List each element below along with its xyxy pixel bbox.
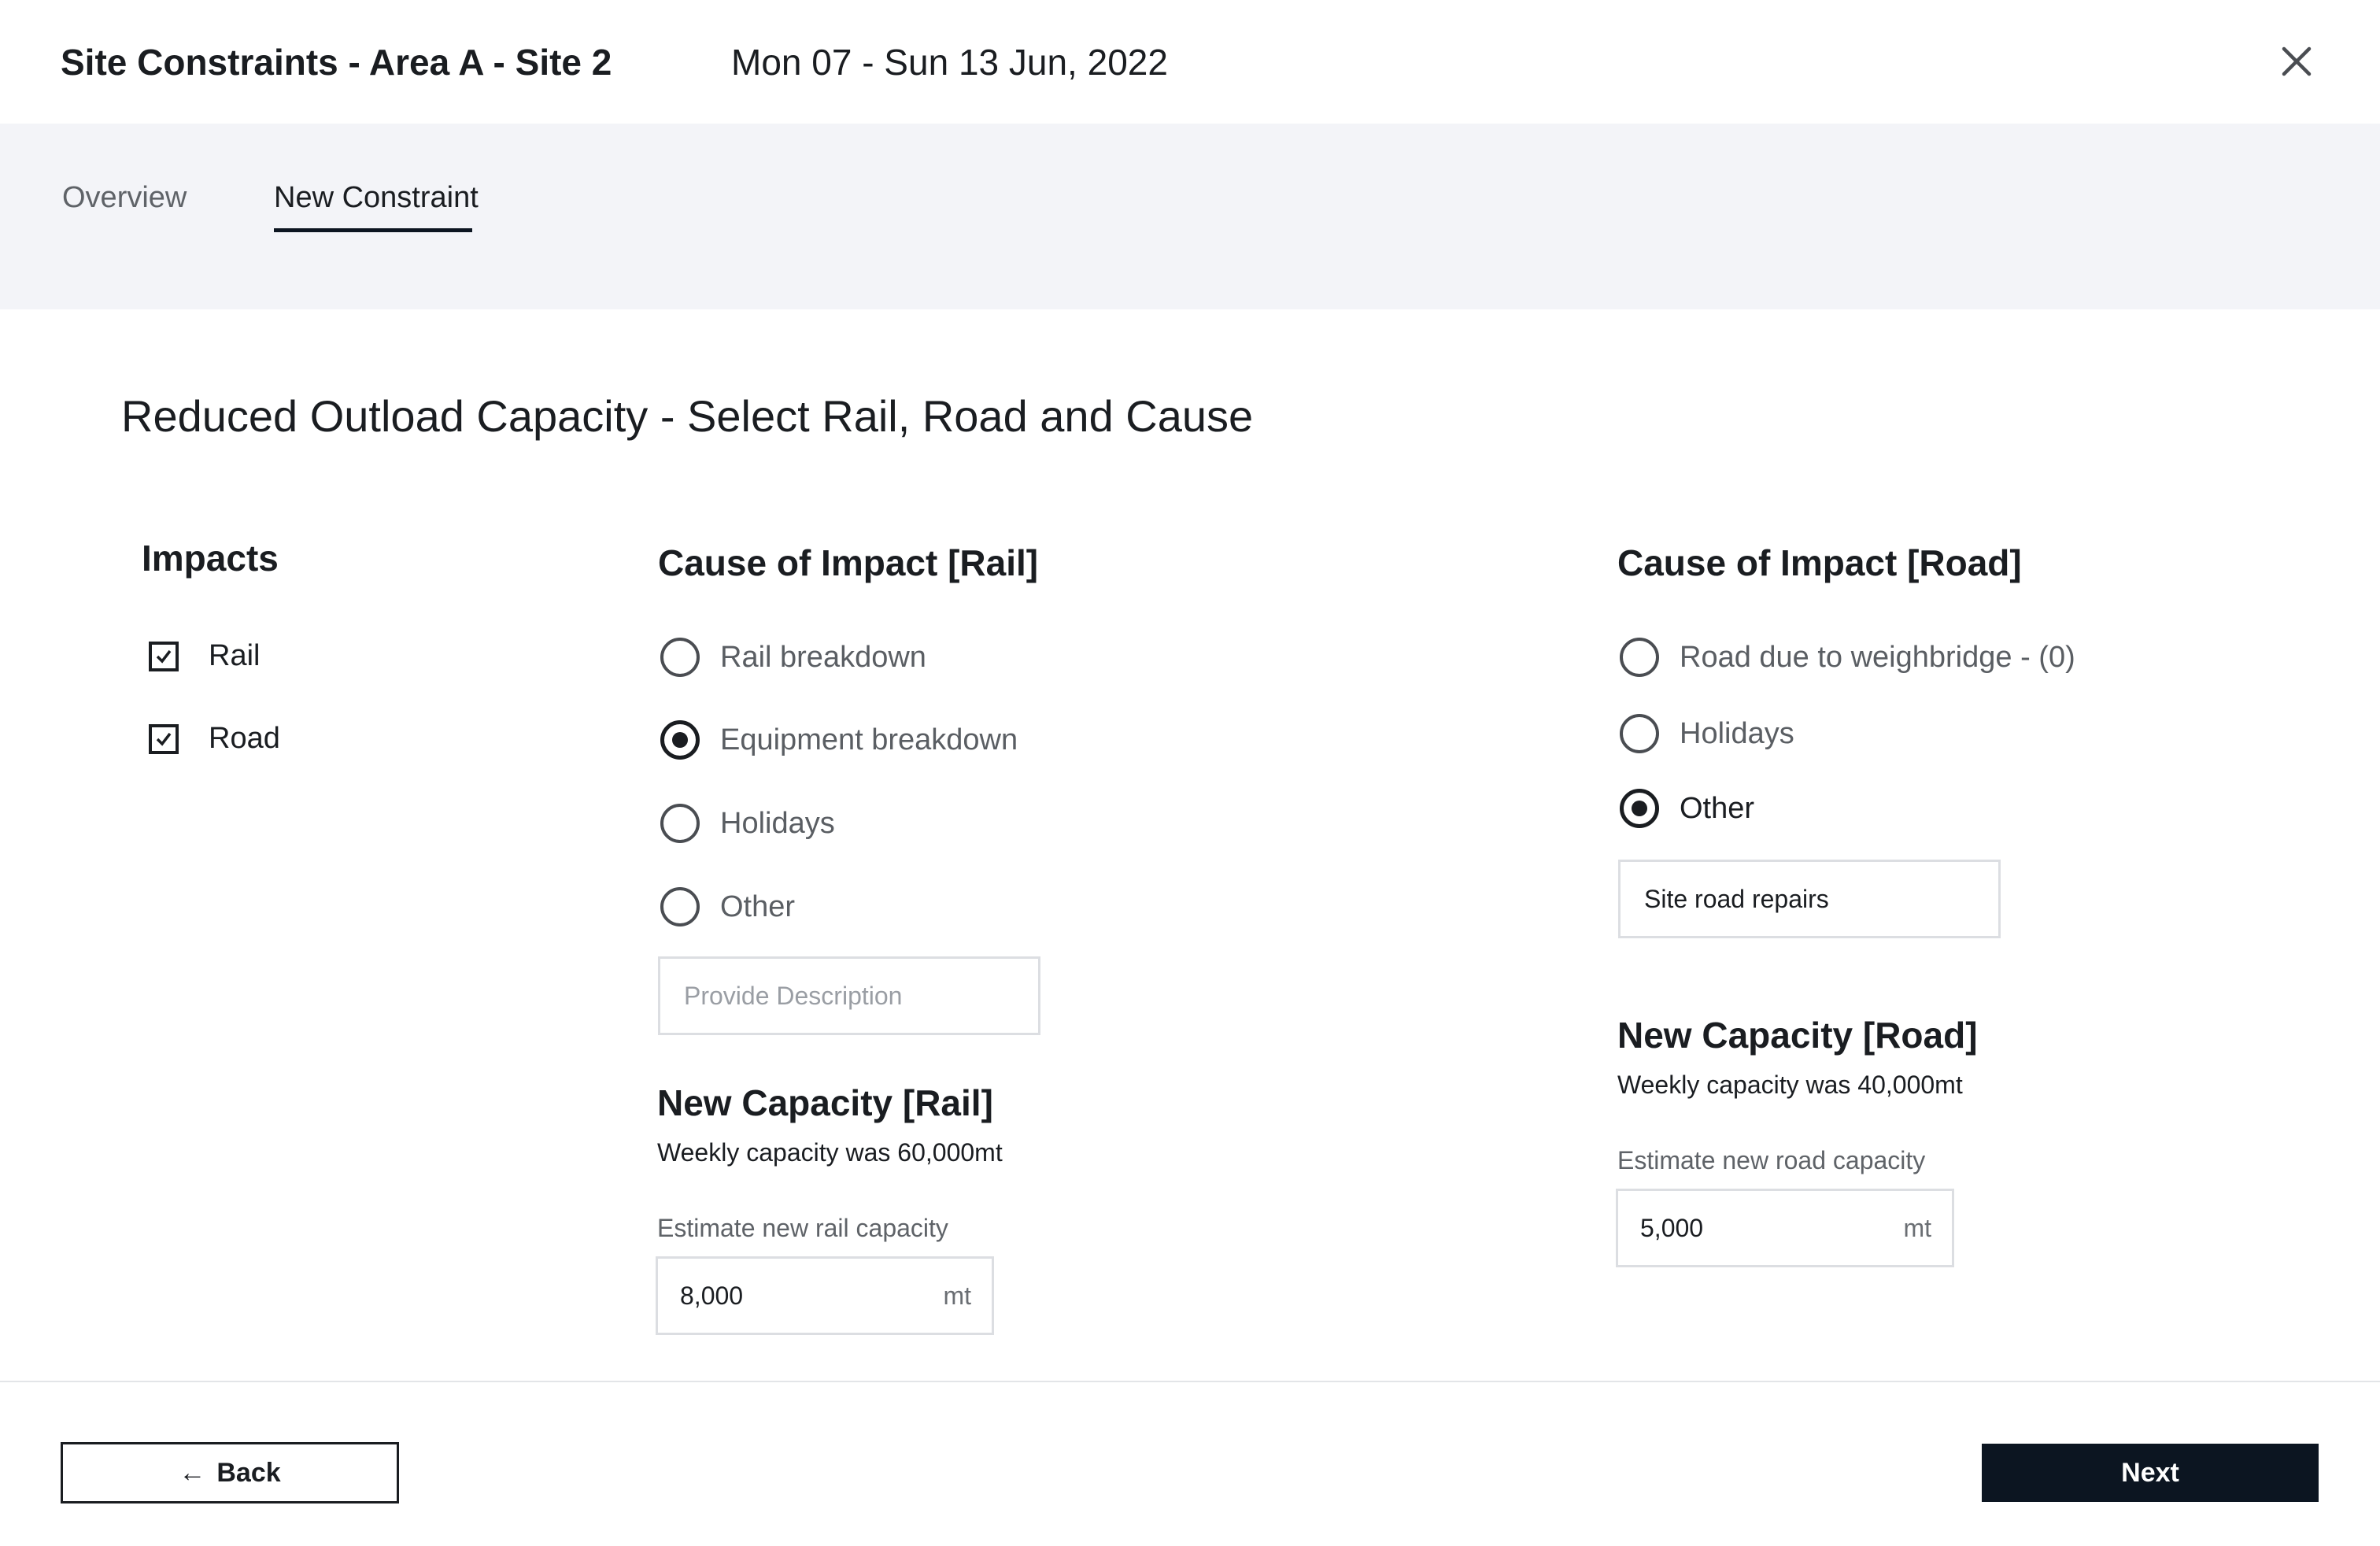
back-button[interactable]: ← Back	[61, 1442, 399, 1503]
page-title: Reduced Outload Capacity - Select Rail, …	[121, 391, 1254, 441]
close-icon	[2282, 46, 2312, 76]
rail-description-input[interactable]	[658, 956, 1040, 1035]
radio-label: Road due to weighbridge - (0)	[1680, 640, 2075, 674]
arrow-left-icon: ←	[179, 1457, 206, 1488]
impact-label-rail: Rail	[209, 639, 261, 672]
checkbox-checked-icon	[149, 723, 179, 754]
impact-checkbox-rail[interactable]: Rail	[149, 639, 260, 673]
rail-option-other[interactable]: Other	[660, 887, 795, 926]
impact-checkbox-road[interactable]: Road	[149, 722, 280, 756]
road-capacity-note: Weekly capacity was 40,000mt	[1617, 1071, 1963, 1099]
radio-label: Equipment breakdown	[720, 723, 1018, 756]
radio-unchecked-icon	[660, 887, 700, 926]
road-option-other[interactable]: Other	[1620, 789, 1754, 828]
road-description-input[interactable]	[1618, 860, 2001, 938]
close-button[interactable]	[2275, 39, 2319, 83]
next-button-label: Next	[2121, 1457, 2179, 1488]
rail-option-rail-breakdown[interactable]: Rail breakdown	[660, 638, 926, 677]
rail-capacity-input[interactable]	[658, 1281, 944, 1311]
radio-label: Other	[1680, 791, 1755, 825]
rail-option-holidays[interactable]: Holidays	[660, 804, 835, 843]
radio-unchecked-icon	[660, 804, 700, 843]
footer-divider	[0, 1381, 2380, 1382]
radio-label: Other	[720, 890, 796, 923]
checkbox-checked-icon	[149, 641, 179, 671]
road-cause-heading: Cause of Impact [Road]	[1617, 542, 2022, 583]
road-capacity-field: mt	[1616, 1189, 1954, 1267]
tab-overview[interactable]: Overview	[62, 181, 187, 215]
dialog-title: Site Constraints - Area A - Site 2	[61, 42, 612, 83]
active-tab-indicator	[274, 228, 472, 232]
impact-label-road: Road	[209, 722, 280, 755]
radio-checked-icon	[660, 720, 700, 760]
rail-capacity-field: mt	[656, 1256, 994, 1335]
radio-label: Holidays	[720, 806, 835, 840]
rail-capacity-note: Weekly capacity was 60,000mt	[657, 1138, 1003, 1167]
road-capacity-unit: mt	[1903, 1213, 1931, 1242]
radio-label: Holidays	[1680, 716, 1794, 750]
radio-label: Rail breakdown	[720, 640, 926, 674]
radio-unchecked-icon	[1620, 714, 1659, 753]
road-capacity-input[interactable]	[1618, 1213, 1904, 1243]
road-capacity-heading: New Capacity [Road]	[1617, 1015, 1978, 1056]
rail-cause-heading: Cause of Impact [Rail]	[658, 542, 1039, 583]
radio-unchecked-icon	[1620, 638, 1659, 677]
impacts-heading: Impacts	[142, 538, 279, 579]
site-constraints-dialog: Site Constraints - Area A - Site 2 Mon 0…	[0, 0, 2380, 1546]
road-option-weighbridge[interactable]: Road due to weighbridge - (0)	[1620, 638, 2075, 677]
next-button[interactable]: Next	[1982, 1444, 2319, 1502]
dialog-header: Site Constraints - Area A - Site 2 Mon 0…	[0, 0, 2380, 124]
date-range: Mon 07 - Sun 13 Jun, 2022	[731, 42, 1168, 83]
rail-capacity-unit: mt	[943, 1281, 971, 1310]
back-button-label: Back	[216, 1457, 281, 1488]
rail-estimate-label: Estimate new rail capacity	[657, 1214, 948, 1242]
tab-new-constraint[interactable]: New Constraint	[274, 181, 479, 215]
rail-capacity-heading: New Capacity [Rail]	[657, 1082, 993, 1123]
radio-checked-icon	[1620, 789, 1659, 828]
radio-unchecked-icon	[660, 638, 700, 677]
rail-option-equipment-breakdown[interactable]: Equipment breakdown	[660, 720, 1018, 760]
road-option-holidays[interactable]: Holidays	[1620, 714, 1794, 753]
road-estimate-label: Estimate new road capacity	[1617, 1146, 1926, 1174]
tabs-bar	[0, 124, 2380, 309]
